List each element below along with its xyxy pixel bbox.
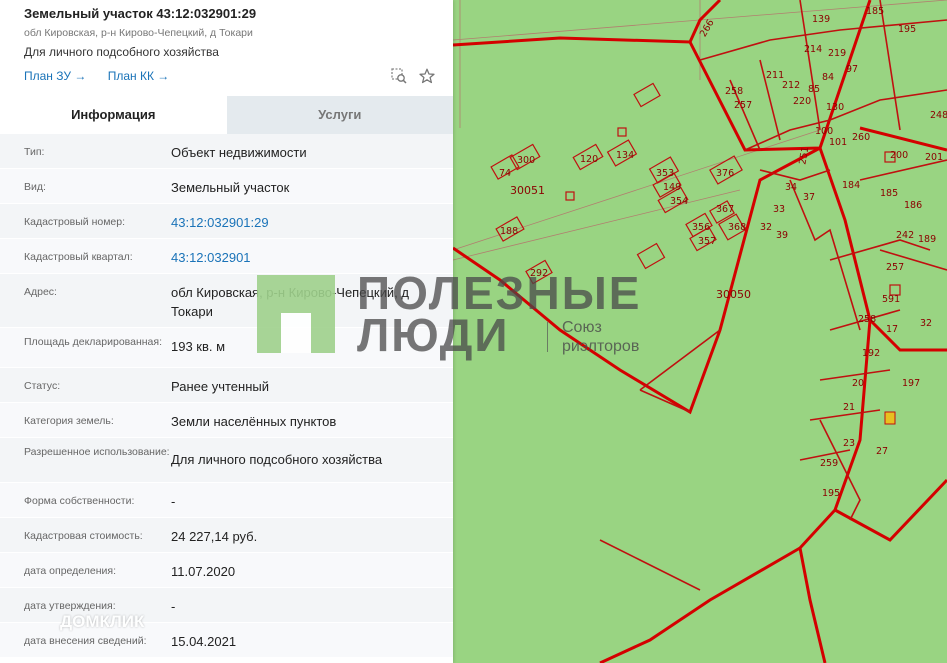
svg-text:23: 23 (843, 438, 855, 449)
svg-text:292: 292 (530, 268, 548, 279)
svg-text:185: 185 (866, 6, 884, 17)
svg-text:21: 21 (843, 402, 855, 413)
svg-text:32: 32 (920, 318, 932, 329)
plan-kk-link[interactable]: План КК → (108, 69, 170, 83)
svg-text:39: 39 (776, 230, 788, 241)
svg-text:189: 189 (918, 234, 936, 245)
svg-text:37: 37 (803, 192, 815, 203)
svg-text:356: 356 (692, 222, 710, 233)
svg-text:260: 260 (852, 132, 870, 143)
svg-text:357: 357 (698, 236, 716, 247)
favorite-star-icon[interactable] (419, 68, 435, 84)
svg-text:100: 100 (815, 126, 833, 137)
svg-text:353: 353 (656, 168, 674, 179)
panel-header: Земельный участок 43:12:032901:29 обл Ки… (0, 0, 453, 90)
svg-text:32: 32 (760, 222, 772, 233)
plan-links: План ЗУ → План КК → (24, 69, 429, 84)
info-row-kind: Вид: Земельный участок (0, 169, 453, 204)
svg-text:368: 368 (728, 222, 746, 233)
tab-services[interactable]: Услуги (226, 96, 453, 134)
svg-text:30051: 30051 (510, 184, 545, 197)
svg-text:300: 300 (517, 155, 535, 166)
svg-text:195: 195 (822, 488, 840, 499)
svg-text:376: 376 (716, 168, 734, 179)
info-row-permitted-use: Разрешенное использование: Для личного п… (0, 438, 453, 483)
svg-text:251: 251 (797, 146, 811, 166)
svg-text:201: 201 (925, 152, 943, 163)
object-address: обл Кировская, р-н Кирово-Чепецкий, д То… (24, 27, 253, 39)
info-row-cadastral-quarter: Кадастровый квартал: 43:12:032901 (0, 239, 453, 274)
svg-text:258: 258 (858, 314, 876, 325)
map-labels: 266 139 185 195 214 219 211 212 220 85 8… (499, 6, 947, 499)
svg-text:257: 257 (886, 262, 904, 273)
info-row-status: Статус: Ранее учтенный (0, 368, 453, 403)
svg-text:97: 97 (846, 64, 858, 75)
plan-zu-link[interactable]: План ЗУ → (24, 69, 86, 83)
info-row-determination-date: дата определения: 11.07.2020 (0, 553, 453, 588)
object-purpose: Для личного подсобного хозяйства (24, 45, 219, 59)
svg-text:212: 212 (782, 80, 800, 91)
info-row-address: Адрес: обл Кировская, р-н Кирово-Чепецки… (0, 274, 453, 328)
info-row-cadastral-number: Кадастровый номер: 43:12:032901:29 (0, 204, 453, 239)
svg-text:27: 27 (876, 446, 888, 457)
svg-text:197: 197 (902, 378, 920, 389)
svg-text:195: 195 (898, 24, 916, 35)
svg-text:84: 84 (822, 72, 834, 83)
svg-text:85: 85 (808, 84, 820, 95)
info-row-area: Площадь декларированная: 193 кв. м (0, 328, 453, 368)
svg-text:134: 134 (616, 150, 634, 161)
cadastral-number-link[interactable]: 43:12:032901:29 (171, 204, 443, 238)
svg-text:120: 120 (580, 154, 598, 165)
svg-text:17: 17 (886, 324, 898, 335)
svg-text:139: 139 (812, 14, 830, 25)
info-rows: Тип: Объект недвижимости Вид: Земельный … (0, 134, 453, 658)
svg-text:33: 33 (773, 204, 785, 215)
svg-text:219: 219 (828, 48, 846, 59)
svg-text:20: 20 (852, 378, 864, 389)
svg-text:220: 220 (793, 96, 811, 107)
info-row-ownership: Форма собственности: - (0, 483, 453, 518)
tab-info[interactable]: Информация (0, 96, 227, 134)
svg-text:242: 242 (896, 230, 914, 241)
info-row-land-category: Категория земель: Земли населённых пункт… (0, 403, 453, 438)
info-row-type: Тип: Объект недвижимости (0, 134, 453, 169)
svg-text:259: 259 (820, 458, 838, 469)
svg-text:354: 354 (670, 196, 688, 207)
svg-text:214: 214 (804, 44, 822, 55)
svg-text:188: 188 (500, 226, 518, 237)
svg-text:149: 149 (663, 182, 681, 193)
svg-text:591: 591 (882, 294, 900, 305)
svg-text:248: 248 (930, 110, 947, 121)
svg-text:367: 367 (716, 204, 734, 215)
svg-text:184: 184 (842, 180, 860, 191)
info-panel: Земельный участок 43:12:032901:29 обл Ки… (0, 0, 453, 663)
svg-text:34: 34 (785, 182, 797, 193)
svg-text:130: 130 (826, 102, 844, 113)
svg-text:186: 186 (904, 200, 922, 211)
svg-text:74: 74 (499, 168, 511, 179)
domclick-watermark: ДОМКЛИК (60, 612, 145, 631)
info-row-cadastral-cost: Кадастровая стоимость: 24 227,14 руб. (0, 518, 453, 553)
svg-text:30050: 30050 (716, 288, 751, 301)
svg-text:101: 101 (829, 137, 847, 148)
svg-text:257: 257 (734, 100, 752, 111)
svg-text:200: 200 (890, 150, 908, 161)
panel-tabs: Информация Услуги (0, 96, 453, 134)
svg-text:192: 192 (862, 348, 880, 359)
svg-text:258: 258 (725, 86, 743, 97)
header-actions (391, 68, 435, 84)
zoom-to-object-icon[interactable] (391, 68, 407, 84)
cadastral-quarter-link[interactable]: 43:12:032901 (171, 239, 443, 273)
svg-text:185: 185 (880, 188, 898, 199)
object-title: Земельный участок 43:12:032901:29 (24, 6, 257, 21)
